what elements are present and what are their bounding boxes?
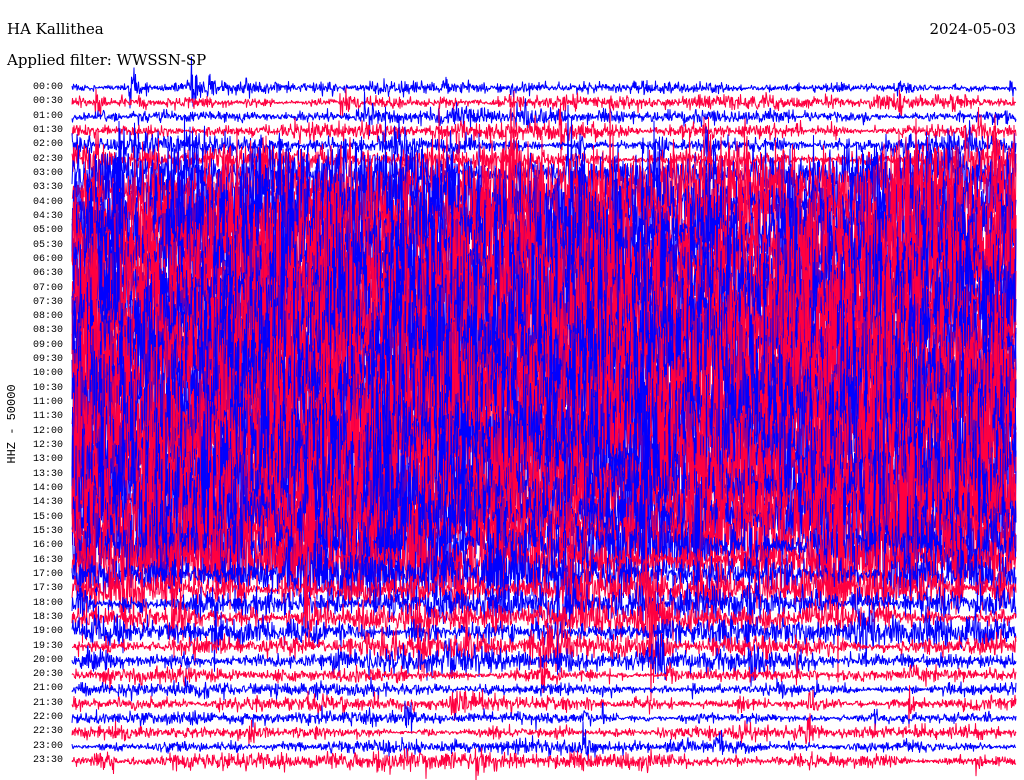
y-axis-label: HHZ - 50000 [5,384,19,464]
row-label-14-00: 14:00 [32,483,63,494]
row-label-02-30: 02:30 [32,153,63,165]
row-label-01-30: 01:30 [32,125,63,136]
row-label-23-00: 23:00 [32,740,63,752]
seismogram-traces [0,0,1024,780]
row-label-10-00: 10:00 [32,368,63,380]
row-label-09-30: 09:30 [32,354,63,366]
row-label-17-00: 17:00 [32,568,63,580]
helicorder-chart: 00:00 00:30 01:00 01:30 02:00 02:30 03:00 03:30… [0,0,1024,780]
row-label-04-30: 04:30 [32,210,63,222]
row-label-19-30: 19:30 [32,640,63,652]
row-label-16-00: 16:00 [32,540,63,552]
row-label-18-30: 18:30 [32,611,63,623]
date-label: 2024-05-03 [929,20,1016,38]
row-label-03-00: 03:00 [32,167,63,179]
row-label-18-00: 18:00 [32,597,63,609]
row-label-03-30: 03:30 [32,182,63,194]
row-label-05-00: 05:00 [32,225,63,237]
row-label-14-30: 14:30 [32,497,63,509]
row-label-05-30: 05:30 [32,239,63,251]
row-label-19-00: 19:00 [32,626,63,638]
row-label-20-30: 20:30 [32,669,63,681]
row-label-04-00: 04:00 [32,196,63,208]
row-label-00-00: 00:00 [32,82,63,93]
row-label-21-30: 21:30 [32,697,63,709]
row-label-16-30: 16:30 [32,554,63,566]
row-label-09-00: 09:00 [32,339,63,351]
row-label-08-00: 08:00 [32,311,63,323]
row-label-22-00: 22:00 [32,712,63,724]
row-label-17-30: 17:30 [32,583,63,595]
row-label-08-30: 08:30 [32,325,63,337]
row-label-13-30: 13:30 [32,468,63,480]
row-label-06-30: 06:30 [32,268,63,280]
row-label-00-30: 00:30 [32,96,63,108]
row-label-15-00: 15:00 [32,511,63,523]
row-label-06-00: 06:00 [32,253,63,265]
row-label-23-30: 23:30 [32,755,63,766]
filter-label: Applied filter: WWSSN-SP [7,51,207,69]
row-label-07-30: 07:30 [32,296,63,308]
trace-23-30 [71,747,1017,780]
row-label-01-00: 01:00 [32,110,63,122]
row-label-07-00: 07:00 [32,282,63,294]
row-label-02-00: 02:00 [32,139,63,151]
row-label-20-00: 20:00 [32,654,63,666]
row-label-15-30: 15:30 [32,525,63,537]
row-label-21-00: 21:00 [32,683,63,695]
station-title: HA Kallithea [7,20,104,38]
row-label-22-30: 22:30 [32,726,63,738]
